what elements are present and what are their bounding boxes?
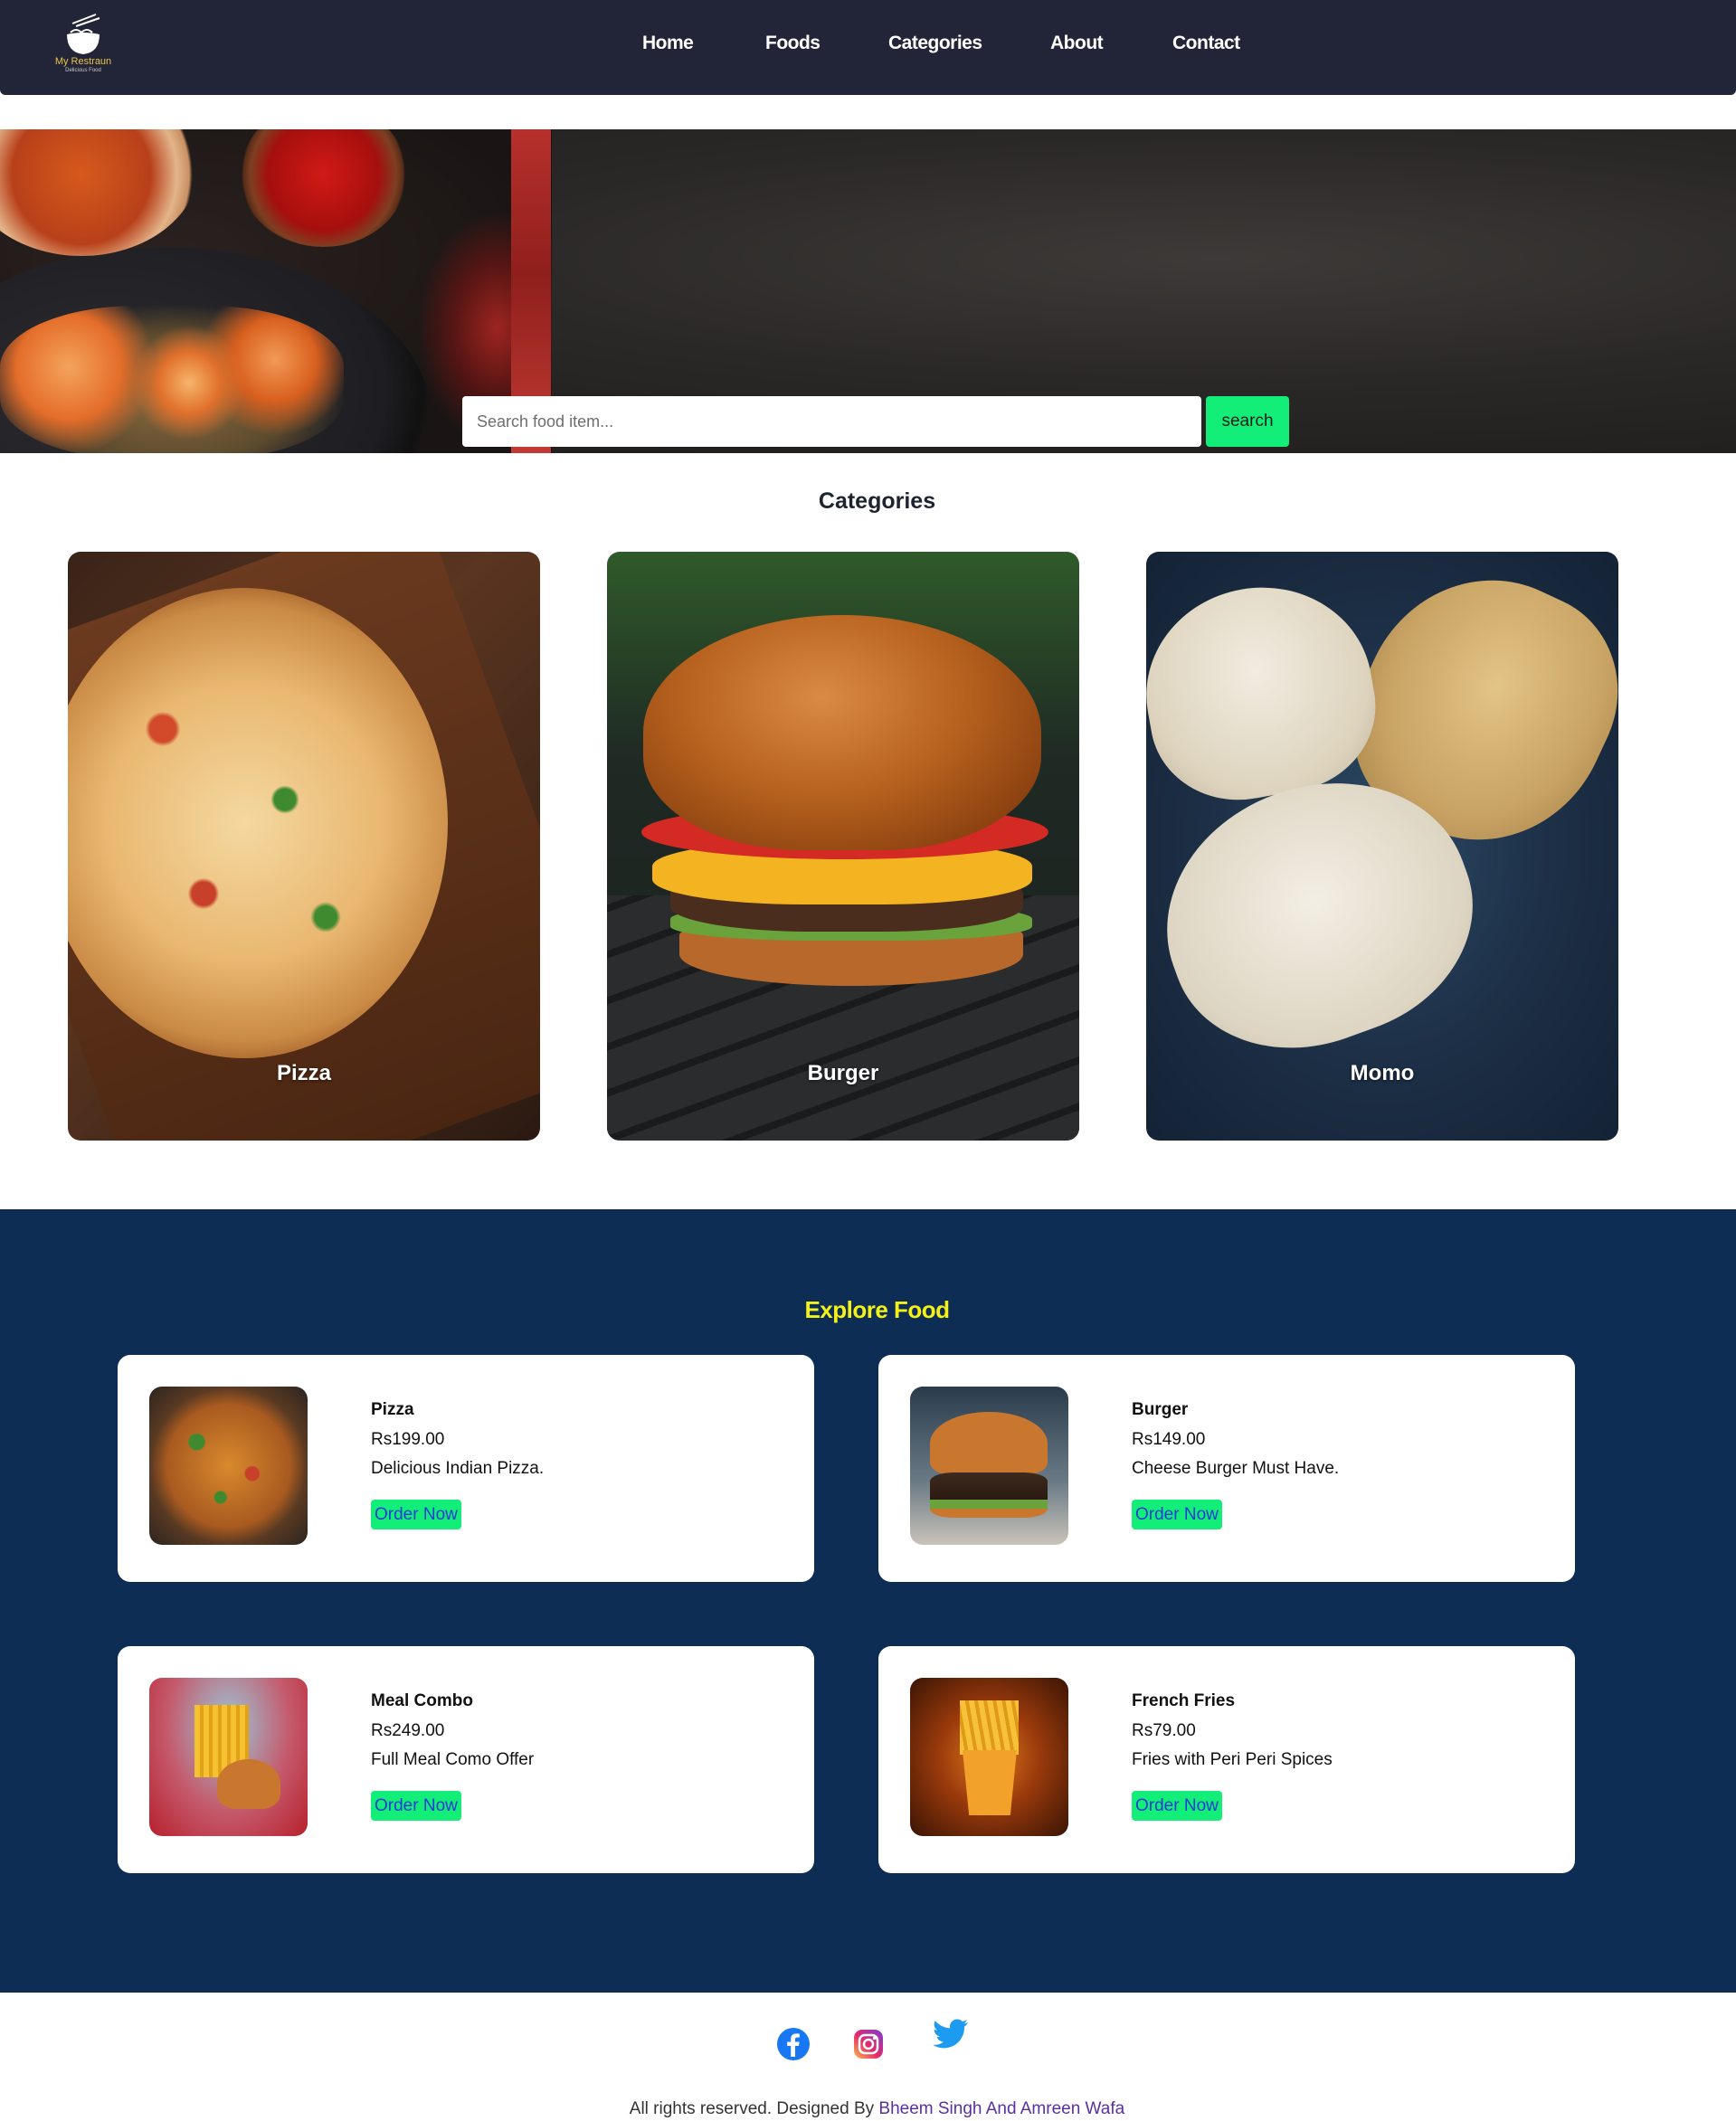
food-name: Meal Combo (371, 1691, 473, 1710)
food-description: Full Meal Como Offer (371, 1750, 535, 1769)
footer-text: All rights reserved. Designed By (629, 2099, 879, 2118)
food-card-meal-combo: Meal Combo Rs249.00 Full Meal Como Offer… (118, 1646, 814, 1873)
food-description: Cheese Burger Must Have. (1132, 1459, 1340, 1478)
food-card-french-fries: French Fries Rs79.00 Fries with Peri Per… (878, 1646, 1575, 1873)
nav-link-about[interactable]: About (1050, 33, 1104, 54)
food-price: Rs149.00 (1132, 1430, 1206, 1449)
category-label: Momo (1350, 1061, 1415, 1085)
facebook-icon[interactable] (775, 2026, 811, 2062)
nav-link-foods[interactable]: Foods (765, 33, 821, 54)
explore-heading: Explore Food (804, 1296, 950, 1323)
food-description: Fries with Peri Peri Spices (1132, 1750, 1333, 1769)
category-card-burger[interactable]: Burger (607, 552, 1079, 1141)
nav-links: Home Foods Categories About Contact (0, 33, 1736, 60)
food-name: French Fries (1132, 1691, 1236, 1710)
instagram-icon[interactable] (850, 2026, 887, 2062)
nav-link-home[interactable]: Home (642, 33, 694, 54)
logo-tagline: Delicious Food (65, 68, 101, 73)
search-button[interactable]: search (1206, 396, 1289, 447)
explore-food-section: Explore Food Pizza Rs199.00 Delicious In… (0, 1209, 1736, 1993)
nav-link-contact[interactable]: Contact (1172, 33, 1240, 54)
food-price: Rs79.00 (1132, 1721, 1196, 1740)
burger-image (643, 615, 1041, 850)
order-now-button[interactable]: Order Now (371, 1500, 461, 1529)
category-label: Pizza (276, 1061, 332, 1085)
order-now-button[interactable]: Order Now (1132, 1791, 1222, 1821)
food-name: Burger (1132, 1400, 1189, 1419)
categories-heading: Categories (818, 488, 936, 514)
food-description: Delicious Indian Pizza. (371, 1459, 545, 1478)
food-card-pizza: Pizza Rs199.00 Delicious Indian Pizza. O… (118, 1355, 814, 1582)
search-input[interactable] (462, 396, 1201, 447)
food-price: Rs249.00 (371, 1721, 445, 1740)
food-card-burger: Burger Rs149.00 Cheese Burger Must Have.… (878, 1355, 1575, 1582)
top-navbar: My Restraun Delicious Food Home Foods Ca… (0, 0, 1736, 95)
hero-banner: search (0, 129, 1736, 453)
food-image (910, 1387, 1068, 1545)
food-image (910, 1678, 1068, 1836)
category-label: Burger (807, 1061, 879, 1085)
footer-copyright: All rights reserved. Designed By Bheem S… (0, 2099, 1736, 2119)
food-image (149, 1678, 308, 1836)
twitter-icon[interactable] (932, 2015, 968, 2051)
nav-link-categories[interactable]: Categories (888, 33, 982, 54)
food-price: Rs199.00 (371, 1430, 445, 1449)
order-now-button[interactable]: Order Now (1132, 1500, 1222, 1529)
food-image (149, 1387, 308, 1545)
category-card-momo[interactable]: Momo (1146, 552, 1618, 1141)
footer-designers-link[interactable]: Bheem Singh And Amreen Wafa (878, 2099, 1124, 2118)
category-card-pizza[interactable]: Pizza (68, 552, 540, 1141)
order-now-button[interactable]: Order Now (371, 1791, 461, 1821)
food-name: Pizza (371, 1400, 414, 1419)
